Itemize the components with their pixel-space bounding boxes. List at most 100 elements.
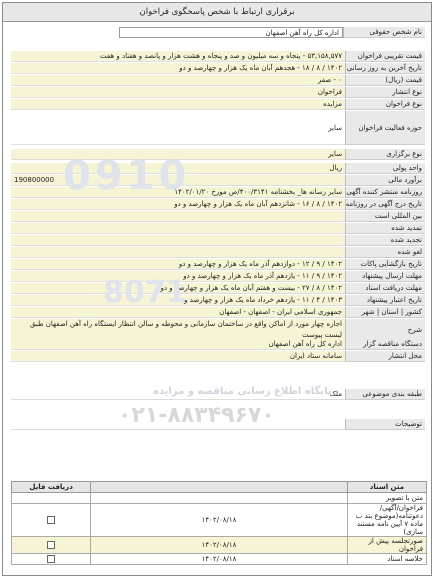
field-row: دستگاه مناقصه گزار اداره کل راه آهن اصفها… xyxy=(11,339,425,350)
field-value xyxy=(11,223,345,234)
field-row: بین المللی است xyxy=(11,211,425,222)
field-value: ۰ - صفر xyxy=(11,75,345,86)
field-value: ۱۴۰۳ / ۴ / ۱۱ - یازدهم خرداد ماه یک هزار… xyxy=(11,295,345,306)
field-row: روزنامه منتشر کننده آگهی سایر رسانه ها_ ب… xyxy=(11,187,425,198)
field-value: ۵۳,۱۵۸,۵۷۷ - پنجاه و سه میلیون و صد و پن… xyxy=(11,51,345,62)
field-value: ۱۴۰۲ / ۸ / ۱۸ - هجدهم آبان ماه یک هزار و… xyxy=(11,63,345,74)
field-label: برآورد مالی xyxy=(345,175,425,186)
field-label: تاریخ آخرین به روز رسانی xyxy=(345,63,425,74)
field-row: نوع فراخوان مزایده xyxy=(11,99,425,110)
doc-name: متن با تصویر xyxy=(346,492,428,504)
field-value: ۱۴۰۲ / ۸ / ۲۷ - بیست و هفتم آبان ماه یک … xyxy=(11,283,345,294)
field-value: ۱۴۰۲ / ۹ / ۱۱ - یازدهم آذر ماه یک هزار و… xyxy=(11,271,345,282)
field-value: ملک xyxy=(11,389,345,400)
field-row: محل انتشار سامانه ستاد ایران xyxy=(11,351,425,362)
field-value: ریال xyxy=(11,163,345,174)
documents-table: متن اسناد دریافت فایل متن با تصویر فراخوا… xyxy=(10,481,428,565)
field-row: تاریخ درج آگهی در روزنامه ۱۴۰۲ / ۸ / ۱۶ -… xyxy=(11,199,425,210)
field-row: تجدید شده xyxy=(11,235,425,246)
doc-name: خلاصه اسناد xyxy=(346,553,428,565)
field-value: سایر xyxy=(11,111,345,145)
field-value: 190800000 xyxy=(11,175,345,186)
field-label: محل انتشار xyxy=(345,351,425,362)
page-title: برقراری ارتباط با شخص پاسخگوی فراخوان xyxy=(3,3,431,22)
field-row: نوع انتشار فراخوان xyxy=(11,87,425,98)
field-label: تمدید شده xyxy=(345,223,425,234)
field-label: لغو شده xyxy=(345,247,425,258)
field-label: طبقه بندی موضوعی xyxy=(345,389,425,400)
download-cell xyxy=(10,492,92,504)
doc-date: ۱۴۰۲/۰۸/۱۸ xyxy=(90,553,348,565)
field-label: قیمت تقریبی فراخوان xyxy=(345,51,425,62)
field-label: تاریخ اعتبار پیشنهاد xyxy=(345,295,425,306)
field-label: دستگاه مناقصه گزار xyxy=(345,339,425,350)
field-row: حوزه فعالیت فراخوان سایر xyxy=(11,111,425,145)
download-cell[interactable] xyxy=(10,553,92,565)
field-value: جمهوری اسلامی ایران - اصفهان - اصفهان xyxy=(11,307,345,318)
doc-name: صورتجلسه پیش از فراخوان xyxy=(346,536,428,554)
field-label: شرح xyxy=(345,319,425,341)
table-row: متن با تصویر xyxy=(10,492,428,504)
field-row: قیمت (ریال) ۰ - صفر xyxy=(11,75,425,86)
field-row: شرح اجاره چهار مورد از اماکن واقع در ساخت… xyxy=(11,319,425,341)
doc-date xyxy=(90,492,348,504)
field-value: ۱۴۰۲ / ۸ / ۱۶ - شانزدهم آبان ماه یک هزار… xyxy=(11,199,345,210)
field-row: تاریخ اعتبار پیشنهاد ۱۴۰۳ / ۴ / ۱۱ - یازد… xyxy=(11,295,425,306)
document-frame: برقراری ارتباط با شخص پاسخگوی فراخوان نا… xyxy=(2,2,432,576)
download-icon[interactable] xyxy=(47,555,56,563)
field-row: مهلت دریافت اسناد ۱۴۰۲ / ۸ / ۲۷ - بیست و … xyxy=(11,283,425,294)
download-icon[interactable] xyxy=(47,516,56,524)
field-value xyxy=(11,419,345,430)
field-value xyxy=(11,247,345,258)
field-row: تمدید شده xyxy=(11,223,425,234)
col-header-blank xyxy=(90,481,348,493)
field-label: نوع انتشار xyxy=(345,87,425,98)
field-row: قیمت تقریبی فراخوان ۵۳,۱۵۸,۵۷۷ - پنجاه و … xyxy=(11,51,425,62)
col-header-doc: متن اسناد xyxy=(346,481,428,493)
table-row: صورتجلسه پیش از فراخوان ۱۴۰۲/۰۸/۱۸ xyxy=(10,536,428,554)
field-row: مهلت ارسال پیشنهاد ۱۴۰۲ / ۹ / ۱۱ - یازدهم… xyxy=(11,271,425,282)
field-label: مهلت دریافت اسناد xyxy=(345,283,425,294)
download-cell[interactable] xyxy=(10,503,92,537)
field-label: بین المللی است xyxy=(345,211,425,222)
field-label: توضیحات xyxy=(345,419,425,430)
download-cell[interactable] xyxy=(10,536,92,554)
field-label: تاریخ بازگشایی پاکات xyxy=(345,259,425,270)
field-label: واحد پولی xyxy=(345,163,425,174)
field-value: اجاره چهار مورد از اماکن واقع در ساختمان… xyxy=(11,319,345,341)
field-value: فراخوان xyxy=(11,87,345,98)
field-label: کشور | استان | شهر xyxy=(345,307,425,318)
person-row: نام شخص حقوقی اداره کل راه آهن اصفهان xyxy=(119,27,425,38)
field-row: طبقه بندی موضوعی ملک xyxy=(11,389,425,400)
doc-date: ۱۴۰۲/۰۸/۱۸ xyxy=(90,536,348,554)
field-value: اداره کل راه آهن اصفهان xyxy=(11,339,345,350)
field-label: تجدید شده xyxy=(345,235,425,246)
field-row: کشور | استان | شهر جمهوری اسلامی ایران - … xyxy=(11,307,425,318)
col-header-download: دریافت فایل xyxy=(10,481,92,493)
table-row: فراخوان/آگهی/دعوتنامه(موضوع بند ب ماده ۷… xyxy=(10,503,428,537)
field-label: تاریخ درج آگهی در روزنامه xyxy=(345,199,425,210)
doc-name: فراخوان/آگهی/دعوتنامه(موضوع بند ب ماده ۷… xyxy=(346,503,428,537)
field-label: قیمت (ریال) xyxy=(345,75,425,86)
field-value: سامانه ستاد ایران xyxy=(11,351,345,362)
download-icon[interactable] xyxy=(47,541,56,549)
field-value xyxy=(11,235,345,246)
field-row: تاریخ بازگشایی پاکات ۱۴۰۲ / ۹ / ۱۲ - دواز… xyxy=(11,259,425,270)
person-label: نام شخص حقوقی xyxy=(343,27,425,38)
field-label: مهلت ارسال پیشنهاد xyxy=(345,271,425,282)
field-label: حوزه فعالیت فراخوان xyxy=(345,111,425,145)
field-row: تاریخ آخرین به روز رسانی ۱۴۰۲ / ۸ / ۱۸ - … xyxy=(11,63,425,74)
field-value: سایر xyxy=(11,149,345,160)
person-value: اداره کل راه آهن اصفهان xyxy=(119,27,343,38)
field-value: ۱۴۰۲ / ۹ / ۱۲ - دوازدهم آذر ماه یک هزار … xyxy=(11,259,345,270)
field-row: توضیحات xyxy=(11,419,425,430)
field-row: برآورد مالی 190800000 xyxy=(11,175,425,186)
field-value xyxy=(11,211,345,222)
field-row: نوع برگزاری سایر xyxy=(11,149,425,160)
doc-date: ۱۴۰۲/۰۸/۱۸ xyxy=(90,503,348,537)
field-label: نوع برگزاری xyxy=(345,149,425,160)
field-label: روزنامه منتشر کننده آگهی xyxy=(345,187,425,198)
field-value: مزایده xyxy=(11,99,345,110)
field-row: لغو شده xyxy=(11,247,425,258)
field-label: نوع فراخوان xyxy=(345,99,425,110)
